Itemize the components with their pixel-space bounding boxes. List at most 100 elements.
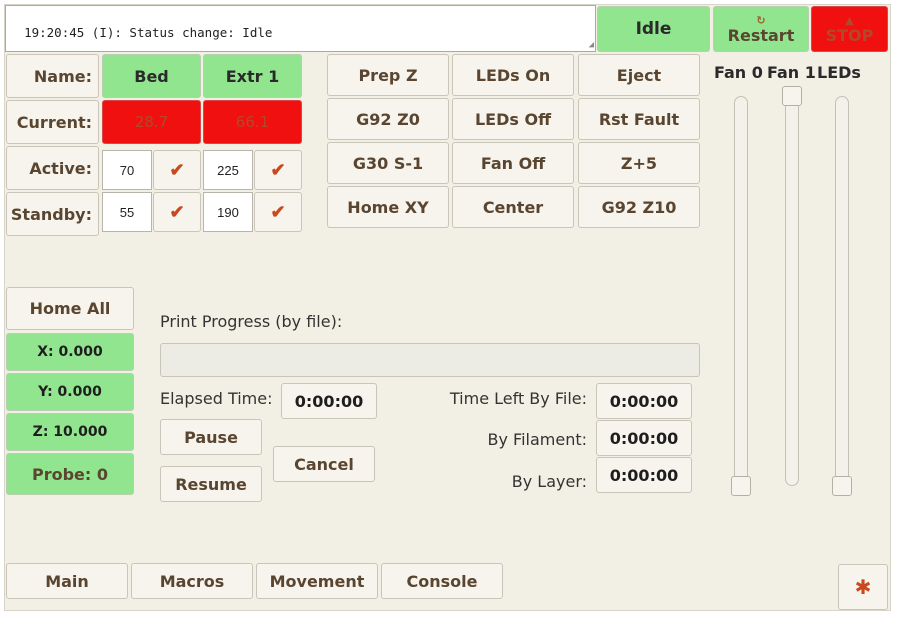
set-standby-bed-button[interactable]: ✔ (153, 192, 201, 232)
current-temp-extr1: 66.1 (203, 100, 302, 144)
standby-temp-value: 55 (119, 204, 135, 220)
macro-button[interactable]: Rst Fault (578, 98, 700, 140)
cancel-button[interactable]: Cancel (273, 446, 375, 482)
active-temp-value: 225 (217, 162, 239, 178)
print-progress-label: Print Progress (by file): (160, 312, 343, 331)
macro-button-label: G92 Z10 (601, 197, 677, 217)
elapsed-time-text: 0:00:00 (294, 391, 364, 411)
checkmark-icon: ✔ (270, 159, 286, 180)
standby-row-label: Standby: (6, 192, 99, 236)
stop-label: STOP (825, 25, 874, 45)
settings-button[interactable]: ✱ (838, 564, 888, 610)
restart-label: Restart (727, 25, 795, 45)
restart-icon: ↻ (756, 13, 766, 27)
macro-button-label: Z+5 (620, 153, 658, 173)
checkmark-icon: ✔ (169, 201, 185, 222)
standby-label-text: Standby: (10, 204, 92, 224)
macro-button[interactable]: G92 Z0 (327, 98, 449, 140)
tab-macros[interactable]: Macros (131, 563, 253, 599)
slider-track-fan-0[interactable] (734, 96, 748, 486)
macro-button[interactable]: LEDs Off (452, 98, 574, 140)
restart-button[interactable]: ↻ Restart (713, 6, 809, 52)
cancel-label: Cancel (294, 454, 354, 474)
set-active-extr1-button[interactable]: ✔ (254, 150, 302, 190)
macro-button[interactable]: Home XY (327, 186, 449, 228)
set-standby-extr1-button[interactable]: ✔ (254, 192, 302, 232)
by-layer-label: By Layer: (511, 472, 587, 491)
resize-grip-icon[interactable]: ◢ (589, 40, 594, 50)
checkmark-icon: ✔ (169, 159, 185, 180)
time-left-file-text: 0:00:00 (609, 391, 679, 411)
macro-button-label: Prep Z (358, 65, 418, 85)
macro-button[interactable]: Fan Off (452, 142, 574, 184)
pause-button[interactable]: Pause (160, 419, 262, 455)
by-filament-text: 0:00:00 (609, 428, 679, 448)
macro-button[interactable]: G92 Z10 (578, 186, 700, 228)
macro-button-label: LEDs On (475, 65, 551, 85)
print-progress-bar (160, 343, 700, 377)
active-temp-input-bed[interactable]: 70 (102, 150, 152, 190)
by-filament-value: 0:00:00 (596, 420, 692, 456)
warning-icon: ▲ (845, 13, 854, 27)
set-active-bed-button[interactable]: ✔ (153, 150, 201, 190)
console-output[interactable]: 19:20:45 (I): Status change: Idle ◢ (5, 5, 596, 52)
by-layer-text: 0:00:00 (609, 465, 679, 485)
elapsed-time-value: 0:00:00 (281, 383, 377, 419)
by-filament-label: By Filament: (487, 430, 588, 449)
axis-x-text: X: 0.000 (37, 344, 103, 360)
elapsed-time-label: Elapsed Time: (160, 389, 273, 408)
slider-thumb-fan-1[interactable] (782, 86, 802, 106)
macro-button-label: G92 Z0 (356, 109, 420, 129)
heater-name-bed[interactable]: Bed (102, 54, 201, 98)
time-left-file-value: 0:00:00 (596, 383, 692, 419)
slider-label-leds: LEDs (817, 63, 861, 82)
macro-button-label: LEDs Off (474, 109, 552, 129)
axis-z-position: Z: 10.000 (6, 413, 134, 451)
macro-button[interactable]: Z+5 (578, 142, 700, 184)
stop-button[interactable]: ▲ STOP (811, 6, 888, 52)
console-text: 19:20:45 (I): Status change: Idle (24, 25, 273, 40)
resume-button[interactable]: Resume (160, 466, 262, 502)
macro-button-label: Eject (616, 65, 662, 85)
heater-name-extr1[interactable]: Extr 1 (203, 54, 302, 98)
macro-button[interactable]: G30 S-1 (327, 142, 449, 184)
standby-temp-input-bed[interactable]: 55 (102, 192, 152, 232)
axis-x-position: X: 0.000 (6, 333, 134, 371)
gear-icon: ✱ (854, 575, 872, 599)
macro-button[interactable]: Center (452, 186, 574, 228)
tab-movement[interactable]: Movement (256, 563, 378, 599)
macro-button[interactable]: LEDs On (452, 54, 574, 96)
by-layer-value: 0:00:00 (596, 457, 692, 493)
checkmark-icon: ✔ (270, 201, 286, 222)
standby-temp-input-extr1[interactable]: 190 (203, 192, 253, 232)
current-row-label: Current: (6, 100, 99, 144)
name-label-text: Name: (33, 66, 92, 86)
pause-label: Pause (184, 427, 238, 447)
heater-name-text: Bed (134, 66, 169, 86)
slider-track-fan-1[interactable] (785, 96, 799, 486)
macro-button[interactable]: Eject (578, 54, 700, 96)
macro-button-label: Fan Off (480, 153, 546, 173)
status-label: Idle (635, 19, 672, 39)
axis-y-position: Y: 0.000 (6, 373, 134, 411)
active-temp-value: 70 (119, 162, 135, 178)
active-temp-input-extr1[interactable]: 225 (203, 150, 253, 190)
current-temp-text: 28.7 (134, 113, 169, 131)
macro-button-label: Center (482, 197, 544, 217)
macro-button[interactable]: Prep Z (327, 54, 449, 96)
slider-thumb-leds[interactable] (832, 476, 852, 496)
name-row-label: Name: (6, 54, 99, 98)
home-all-button[interactable]: Home All (6, 287, 134, 330)
current-temp-text: 66.1 (235, 113, 270, 131)
slider-thumb-fan-0[interactable] (731, 476, 751, 496)
standby-temp-value: 190 (217, 204, 239, 220)
slider-track-leds[interactable] (835, 96, 849, 486)
current-label-text: Current: (16, 112, 92, 132)
home-all-label: Home All (29, 299, 111, 318)
tab-main[interactable]: Main (6, 563, 128, 599)
macro-button-label: Home XY (347, 197, 429, 217)
tab-console[interactable]: Console (381, 563, 503, 599)
slider-label-fan-0: Fan 0 (714, 63, 763, 82)
slider-label-fan-1: Fan 1 (767, 63, 816, 82)
macro-button-label: Rst Fault (598, 109, 680, 129)
